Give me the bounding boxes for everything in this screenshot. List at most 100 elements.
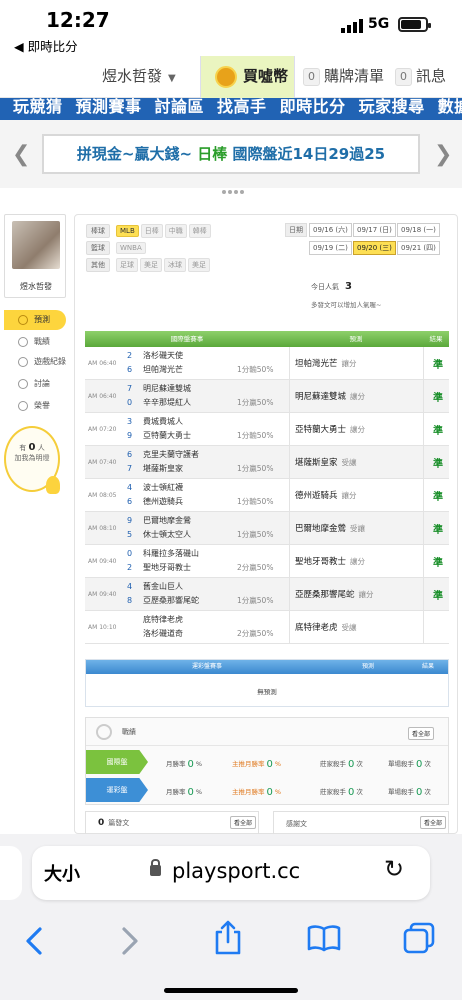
messages-button[interactable]: 0 訊息 <box>395 56 446 98</box>
chevron-right-icon[interactable]: ❯ <box>434 142 452 167</box>
target-icon <box>96 724 112 740</box>
result-badge: 準 <box>433 393 443 404</box>
date-chip[interactable]: 09/21 (四) <box>397 241 440 255</box>
home-team: 堪薩斯皇家 <box>143 464 183 473</box>
table-row: AM 06:40 7 0 明尼蘇達雙城 辛辛那堤紅人 1分贏50% 明尼蘇達雙城 讓分 準 <box>85 380 449 413</box>
game-time: AM 06:40 <box>88 393 117 400</box>
sidebar-item-discussion[interactable]: 討論 <box>4 374 66 394</box>
share-icon[interactable] <box>212 920 244 956</box>
profile-card: 煜水哲發 <box>4 214 66 298</box>
filter-chip[interactable]: 日棒 <box>140 224 163 238</box>
stat-label: 莊家殺手 <box>320 760 346 768</box>
pick: 堪薩斯皇家 受讓 <box>295 456 357 468</box>
purchase-list-button[interactable]: 0 購牌清單 <box>303 56 384 98</box>
sidebar-item-honor[interactable]: 榮譽 <box>4 396 66 416</box>
address-bar[interactable]: 大小 playsport.cc ↻ <box>32 846 430 900</box>
game-time: AM 08:05 <box>88 492 117 499</box>
stat-label: 月勝率 <box>166 788 186 796</box>
filter-chip[interactable]: 足球 <box>116 258 138 272</box>
filter-chip[interactable]: 中職 <box>164 224 187 238</box>
like-count-line: 有 0 人 <box>6 442 58 453</box>
result-badge: 準 <box>433 360 443 371</box>
status-bar: 12:27 ◀ 即時比分 5G <box>0 0 462 56</box>
game-time: AM 09:40 <box>88 591 117 598</box>
bookmarks-icon[interactable] <box>306 924 342 952</box>
url-text[interactable]: playsport.cc <box>172 859 300 883</box>
date-chip[interactable]: 09/18 (一) <box>397 223 440 237</box>
stat-value: 0 <box>416 787 423 798</box>
table-row: AM 08:10 9 5 巴爾地摩金鶯 休士頓太空人 1分贏50% 巴爾地摩金鶯 受讓 準 <box>85 512 449 545</box>
view-all-button[interactable]: 看全部 <box>230 816 257 829</box>
lightbulb-icon <box>46 476 60 494</box>
chevron-left-icon[interactable]: ❮ <box>12 142 30 167</box>
pick-type: 讓分 <box>341 491 357 500</box>
nav-item[interactable]: 數據 <box>438 98 462 117</box>
filter-chip[interactable]: 美足 <box>188 258 210 272</box>
away-team: 底特律老虎 <box>143 615 183 624</box>
nav-item[interactable]: 玩競猜 <box>13 98 63 117</box>
avatar[interactable] <box>12 221 60 269</box>
promo-banner[interactable]: 拼現金~贏大錢~ 日棒 國際盤近14日29過25 <box>42 134 420 174</box>
like-cta: 加我為明燈 <box>14 454 50 462</box>
date-chip[interactable]: 09/19 (二) <box>309 241 352 255</box>
popularity: 今日人氣 3 <box>311 281 352 292</box>
result-badge: 準 <box>433 492 443 503</box>
filter-chip[interactable]: 韓棒 <box>188 224 211 238</box>
date-chip[interactable]: 09/17 (日) <box>353 223 396 237</box>
header-pick: 預測 <box>349 335 363 343</box>
nav-item[interactable]: 找高手 <box>217 98 267 117</box>
sidebar-item-record[interactable]: 戰績 <box>4 332 66 352</box>
away-score: 4 <box>127 483 133 492</box>
reload-icon[interactable]: ↻ <box>384 855 404 883</box>
pick: 聖地牙哥教士 讓分 <box>295 555 365 567</box>
date-chip[interactable]: 09/20 (三) <box>353 241 396 255</box>
promo-carousel: ❮ 拼現金~贏大錢~ 日棒 國際盤近14日29過25 ❯ <box>0 120 462 194</box>
buy-coin-button[interactable]: 買噓幣 <box>200 56 295 98</box>
pick-team: 亞歷桑那響尾蛇 <box>295 590 355 600</box>
no-prediction-text: 無預測 <box>257 688 277 696</box>
nav-item[interactable]: 預測賽事 <box>76 98 142 117</box>
nav-item[interactable]: 即時比分 <box>280 98 346 117</box>
pick-team: 坦帕灣光芒 <box>295 359 338 369</box>
view-all-button[interactable]: 看全部 <box>408 727 435 740</box>
profile-sidebar: 煜水哲發 預測 戰績 遊戲紀錄 討論 榮譽 有 0 人 加我為明燈 <box>4 214 66 834</box>
stat-value: 0 <box>266 759 273 770</box>
nav-item[interactable]: 討論區 <box>155 98 205 117</box>
home-team: 洛杉磯道奇 <box>143 629 183 638</box>
away-team: 科羅拉多落磯山 <box>143 549 199 558</box>
popularity-value: 3 <box>345 281 352 292</box>
user-menu[interactable]: 煜水哲發 ▼ <box>102 56 176 98</box>
odds-line: 1分輸50% <box>237 365 274 374</box>
text-size-button[interactable]: 大小 <box>44 860 80 886</box>
caret-down-icon: ▼ <box>168 73 176 84</box>
odds-line: 1分贏50% <box>237 464 274 473</box>
purchase-count: 0 <box>303 67 320 86</box>
away-score: 7 <box>127 384 133 393</box>
back-to-app-link[interactable]: ◀ 即時比分 <box>14 36 78 55</box>
column-divider <box>423 611 424 644</box>
stat-label: 莊家殺手 <box>320 788 346 796</box>
tabs-icon[interactable] <box>402 922 436 954</box>
stats-tag[interactable]: 運彩盤 <box>86 778 148 802</box>
stats-panel: 戰績 看全部 國際盤 月勝率 0% 主推月勝率 0% 莊家殺手 0 次單場殺手 0 次運彩盤 月勝率… <box>85 717 449 805</box>
forward-icon[interactable] <box>118 926 142 956</box>
nav-item[interactable]: 玩家搜尋 <box>359 98 425 117</box>
buy-coin-label: 買噓幣 <box>243 67 289 85</box>
game-icon <box>18 357 28 367</box>
view-all-button[interactable]: 看全部 <box>420 816 447 829</box>
back-icon[interactable] <box>22 926 46 956</box>
filter-chip[interactable]: 美足 <box>140 258 162 272</box>
column-divider <box>423 446 424 479</box>
filter-chip[interactable]: WNBA <box>116 242 146 254</box>
stats-row: 國際盤 月勝率 0% 主推月勝率 0% 莊家殺手 0 次 單場殺手 0 次 <box>86 750 448 774</box>
filter-chip[interactable]: 冰球 <box>164 258 186 272</box>
sidebar-item-game-log[interactable]: 遊戲紀錄 <box>4 352 66 372</box>
filter-chip[interactable]: MLB <box>116 225 139 237</box>
banner-text-2: 日棒 <box>197 145 228 163</box>
stats-tag[interactable]: 國際盤 <box>86 750 148 774</box>
pick-type: 受讓 <box>341 458 357 467</box>
table-row: AM 09:40 0 2 科羅拉多落磯山 聖地牙哥教士 2分贏50% 聖地牙哥教士 讓分準 <box>85 545 449 578</box>
sidebar-item-predict[interactable]: 預測 <box>4 310 66 330</box>
date-chip[interactable]: 09/16 (六) <box>309 223 352 237</box>
header-games: 國際盤賽事 <box>170 335 204 343</box>
